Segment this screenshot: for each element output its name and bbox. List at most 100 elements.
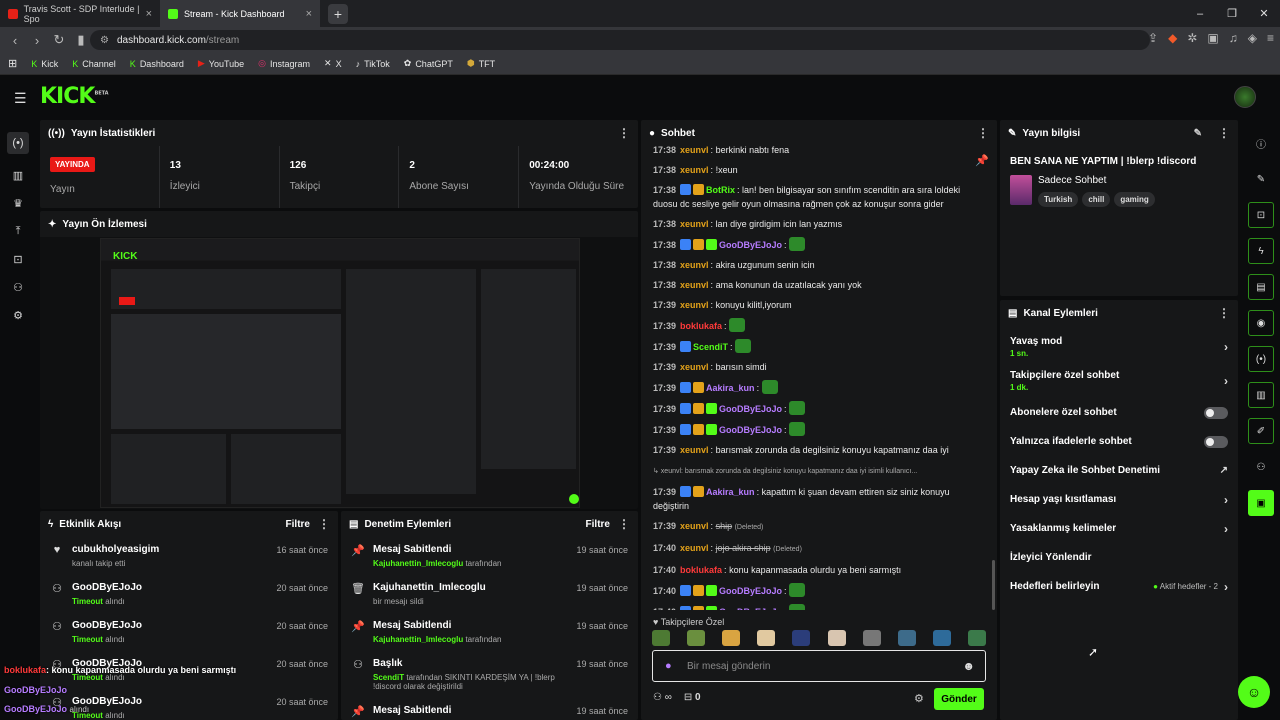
emote-suggestion[interactable] bbox=[687, 630, 706, 646]
chat-username[interactable]: GooDByEJoJo bbox=[719, 425, 782, 435]
modlog-item[interactable]: 🗑 Kajuhanettin_Imlecoglu bir mesajı sild… bbox=[341, 575, 638, 613]
broadcast-icon[interactable]: (•) bbox=[1248, 346, 1274, 372]
bookmark-x[interactable]: ✕ X bbox=[324, 58, 342, 69]
kebab-menu-icon[interactable]: ⋮ bbox=[1218, 306, 1230, 320]
browser-tab-youtube[interactable]: Travis Scott - SDP Interlude | Spo × bbox=[0, 0, 160, 27]
new-tab-button[interactable]: + bbox=[328, 3, 348, 24]
category-name[interactable]: Sadece Sohbet bbox=[1038, 175, 1159, 186]
activity-icon[interactable]: ⚇ bbox=[1248, 454, 1274, 480]
chat-username[interactable]: xeunvl bbox=[680, 145, 709, 155]
settings-icon[interactable]: ⚙ bbox=[11, 308, 25, 322]
extensions-icon[interactable]: ✲ bbox=[1187, 31, 1197, 45]
modlog-actor[interactable]: ScendiT bbox=[373, 673, 404, 682]
help-button[interactable]: ☺ bbox=[1238, 676, 1270, 708]
chevron-right-icon[interactable]: › bbox=[1224, 493, 1228, 507]
chat-message[interactable]: 17:40GooDByEJoJo: bbox=[641, 601, 991, 610]
emote-suggestion[interactable] bbox=[897, 630, 916, 646]
modlog-item[interactable]: 📌 Mesaj Sabitlendi Kajuhanettin_Imlecogl… bbox=[341, 537, 638, 575]
chat-settings-icon[interactable]: ⚙ bbox=[914, 692, 924, 705]
chevron-right-icon[interactable]: › bbox=[1224, 340, 1228, 354]
chat-message[interactable]: 17:38 BotRix: lan! ben bilgisayar son sın… bbox=[641, 180, 991, 214]
activity-item[interactable]: ⚇ GooDByEJoJo Timeout alındı 20 saat önc… bbox=[40, 613, 338, 651]
channel-action-row[interactable]: Yavaş mod 1 sn. › bbox=[1000, 330, 1238, 364]
chat-message[interactable]: 17:40GooDByEJoJo: bbox=[641, 580, 991, 601]
chat-message[interactable]: ↳ xeunvl: barısmak zorunda da degilsiniz… bbox=[641, 460, 991, 482]
emote-suggestion[interactable] bbox=[792, 630, 811, 646]
chat-username[interactable]: xeunvl bbox=[680, 165, 709, 175]
kick-logo[interactable]: KICKBETA bbox=[40, 84, 109, 109]
chat-scrollbar[interactable] bbox=[992, 560, 995, 610]
toggle-switch[interactable] bbox=[1204, 435, 1228, 448]
external-link-icon[interactable]: ↗ bbox=[1220, 465, 1228, 476]
music-icon[interactable]: ♫ bbox=[1229, 31, 1238, 45]
chat-message[interactable]: 17:39 ScendiT: bbox=[641, 336, 991, 357]
channel-action-row[interactable]: Yapay Zeka ile Sohbet Denetimi ↗ bbox=[1000, 456, 1238, 485]
chat-username[interactable]: Aakira_kun bbox=[706, 383, 755, 393]
chat-message[interactable]: 17:39 xeunvl: ship (Deleted) bbox=[641, 516, 991, 538]
chat-username[interactable]: GooDByEJoJo bbox=[719, 404, 782, 414]
modlog-actor[interactable]: Kajuhanettin_Imlecoglu bbox=[373, 635, 463, 644]
filter-button[interactable]: Filtre bbox=[586, 519, 610, 530]
bookmark-dashboard[interactable]: K Dashboard bbox=[130, 59, 184, 69]
chat-message[interactable]: 17:39 Aakira_kun: bbox=[641, 377, 991, 398]
emote-suggestion[interactable] bbox=[827, 630, 846, 646]
chat-username[interactable]: ScendiT bbox=[693, 342, 728, 352]
trophy-icon[interactable]: ♛ bbox=[11, 196, 25, 210]
browser-tab-kick[interactable]: Stream - Kick Dashboard × bbox=[160, 0, 320, 27]
chat-username[interactable]: xeunvl bbox=[680, 362, 709, 372]
upload-icon[interactable]: ⤒ bbox=[11, 224, 25, 238]
bookmark-youtube[interactable]: ▶ YouTube bbox=[198, 58, 244, 69]
category-thumbnail[interactable] bbox=[1010, 175, 1032, 205]
close-tab-icon[interactable]: × bbox=[306, 8, 312, 20]
chat-message[interactable]: 17:38 xeunvl: lan diye girdigim icin lan … bbox=[641, 214, 991, 234]
chat-username[interactable]: GooDByEJoJo bbox=[719, 586, 782, 596]
microphone-icon[interactable]: ● bbox=[665, 660, 672, 672]
apps-icon[interactable]: ⊞ bbox=[8, 57, 17, 70]
sidebar-icon[interactable]: ▣ bbox=[1207, 31, 1218, 45]
chat-message[interactable]: 17:40 xeunvl: jojo akira ship (Deleted) bbox=[641, 538, 991, 560]
activity-user[interactable]: cubukholyeasigim bbox=[72, 544, 159, 555]
community-icon[interactable]: ⚇ bbox=[11, 280, 25, 294]
chevron-right-icon[interactable]: › bbox=[1224, 580, 1228, 594]
chat-bubble-icon[interactable]: ◉ bbox=[1248, 310, 1274, 336]
chat-username[interactable]: GooDByEJoJo bbox=[719, 607, 782, 610]
chat-username[interactable]: xeunvl bbox=[680, 521, 709, 531]
chat-username[interactable]: boklukafa bbox=[680, 321, 722, 331]
activity-user[interactable]: GooDByEJoJo bbox=[72, 620, 142, 631]
close-window-icon[interactable]: ✕ bbox=[1248, 7, 1280, 20]
minimize-icon[interactable]: – bbox=[1184, 8, 1216, 20]
bookmark-tft[interactable]: ⬢ TFT bbox=[467, 58, 495, 69]
user-avatar[interactable] bbox=[1234, 86, 1256, 108]
filter-button[interactable]: Filtre bbox=[286, 519, 310, 530]
document-icon[interactable]: ▤ bbox=[1248, 274, 1274, 300]
chat-username[interactable]: BotRix bbox=[706, 185, 735, 195]
url-field[interactable]: ⚙ dashboard.kick.com/stream bbox=[90, 30, 1150, 50]
channel-action-row[interactable]: Yalnızca ifadelerle sohbet bbox=[1000, 427, 1238, 456]
emote-suggestion[interactable] bbox=[652, 630, 670, 646]
chat-message[interactable]: 17:39 GooDByEJoJo: bbox=[641, 398, 991, 419]
chevron-right-icon[interactable]: › bbox=[1224, 374, 1228, 388]
stream-tag[interactable]: Turkish bbox=[1038, 192, 1079, 207]
modlog-item[interactable]: 📌 Mesaj Sabitlendi 19 saat önce bbox=[341, 698, 638, 720]
add-widget-icon[interactable]: ▣ bbox=[1248, 490, 1274, 516]
bookmark-tiktok[interactable]: ♪ TikTok bbox=[356, 59, 390, 69]
chat-message[interactable]: 17:38 xeunvl: akira uzgunum senin icin bbox=[641, 255, 991, 275]
modlog-item[interactable]: ⚇ Başlık ScendiT tarafından SIKINTI KARD… bbox=[341, 651, 638, 698]
pencil-icon[interactable]: ✎ bbox=[1248, 166, 1274, 192]
chat-username[interactable]: Aakira_kun bbox=[706, 487, 755, 497]
points-icon[interactable]: ⊟ 0 bbox=[684, 692, 701, 703]
chat-username[interactable]: xeunvl bbox=[680, 260, 709, 270]
chat-username[interactable]: xeunvl bbox=[680, 445, 709, 455]
modlog-item[interactable]: 📌 Mesaj Sabitlendi Kajuhanettin_Imlecogl… bbox=[341, 613, 638, 651]
chat-message[interactable]: 17:38 GooDByEJoJo: bbox=[641, 234, 991, 255]
chat-username[interactable]: xeunvl bbox=[680, 280, 709, 290]
chat-username[interactable]: xeunvl bbox=[680, 219, 709, 229]
modlog-actor[interactable]: Kajuhanettin_Imlecoglu bbox=[373, 559, 463, 568]
kebab-menu-icon[interactable]: ⋮ bbox=[318, 517, 330, 531]
kebab-menu-icon[interactable]: ⋮ bbox=[618, 517, 630, 531]
bookmark-channel[interactable]: K Channel bbox=[72, 59, 116, 69]
vpn-icon[interactable]: ◈ bbox=[1248, 31, 1257, 45]
bookmark-instagram[interactable]: ◎ Instagram bbox=[258, 58, 310, 69]
chat-message[interactable]: 17:39 xeunvl: konuyu kilitl,iyorum bbox=[641, 295, 991, 315]
lightning-icon[interactable]: ϟ bbox=[1248, 238, 1274, 264]
